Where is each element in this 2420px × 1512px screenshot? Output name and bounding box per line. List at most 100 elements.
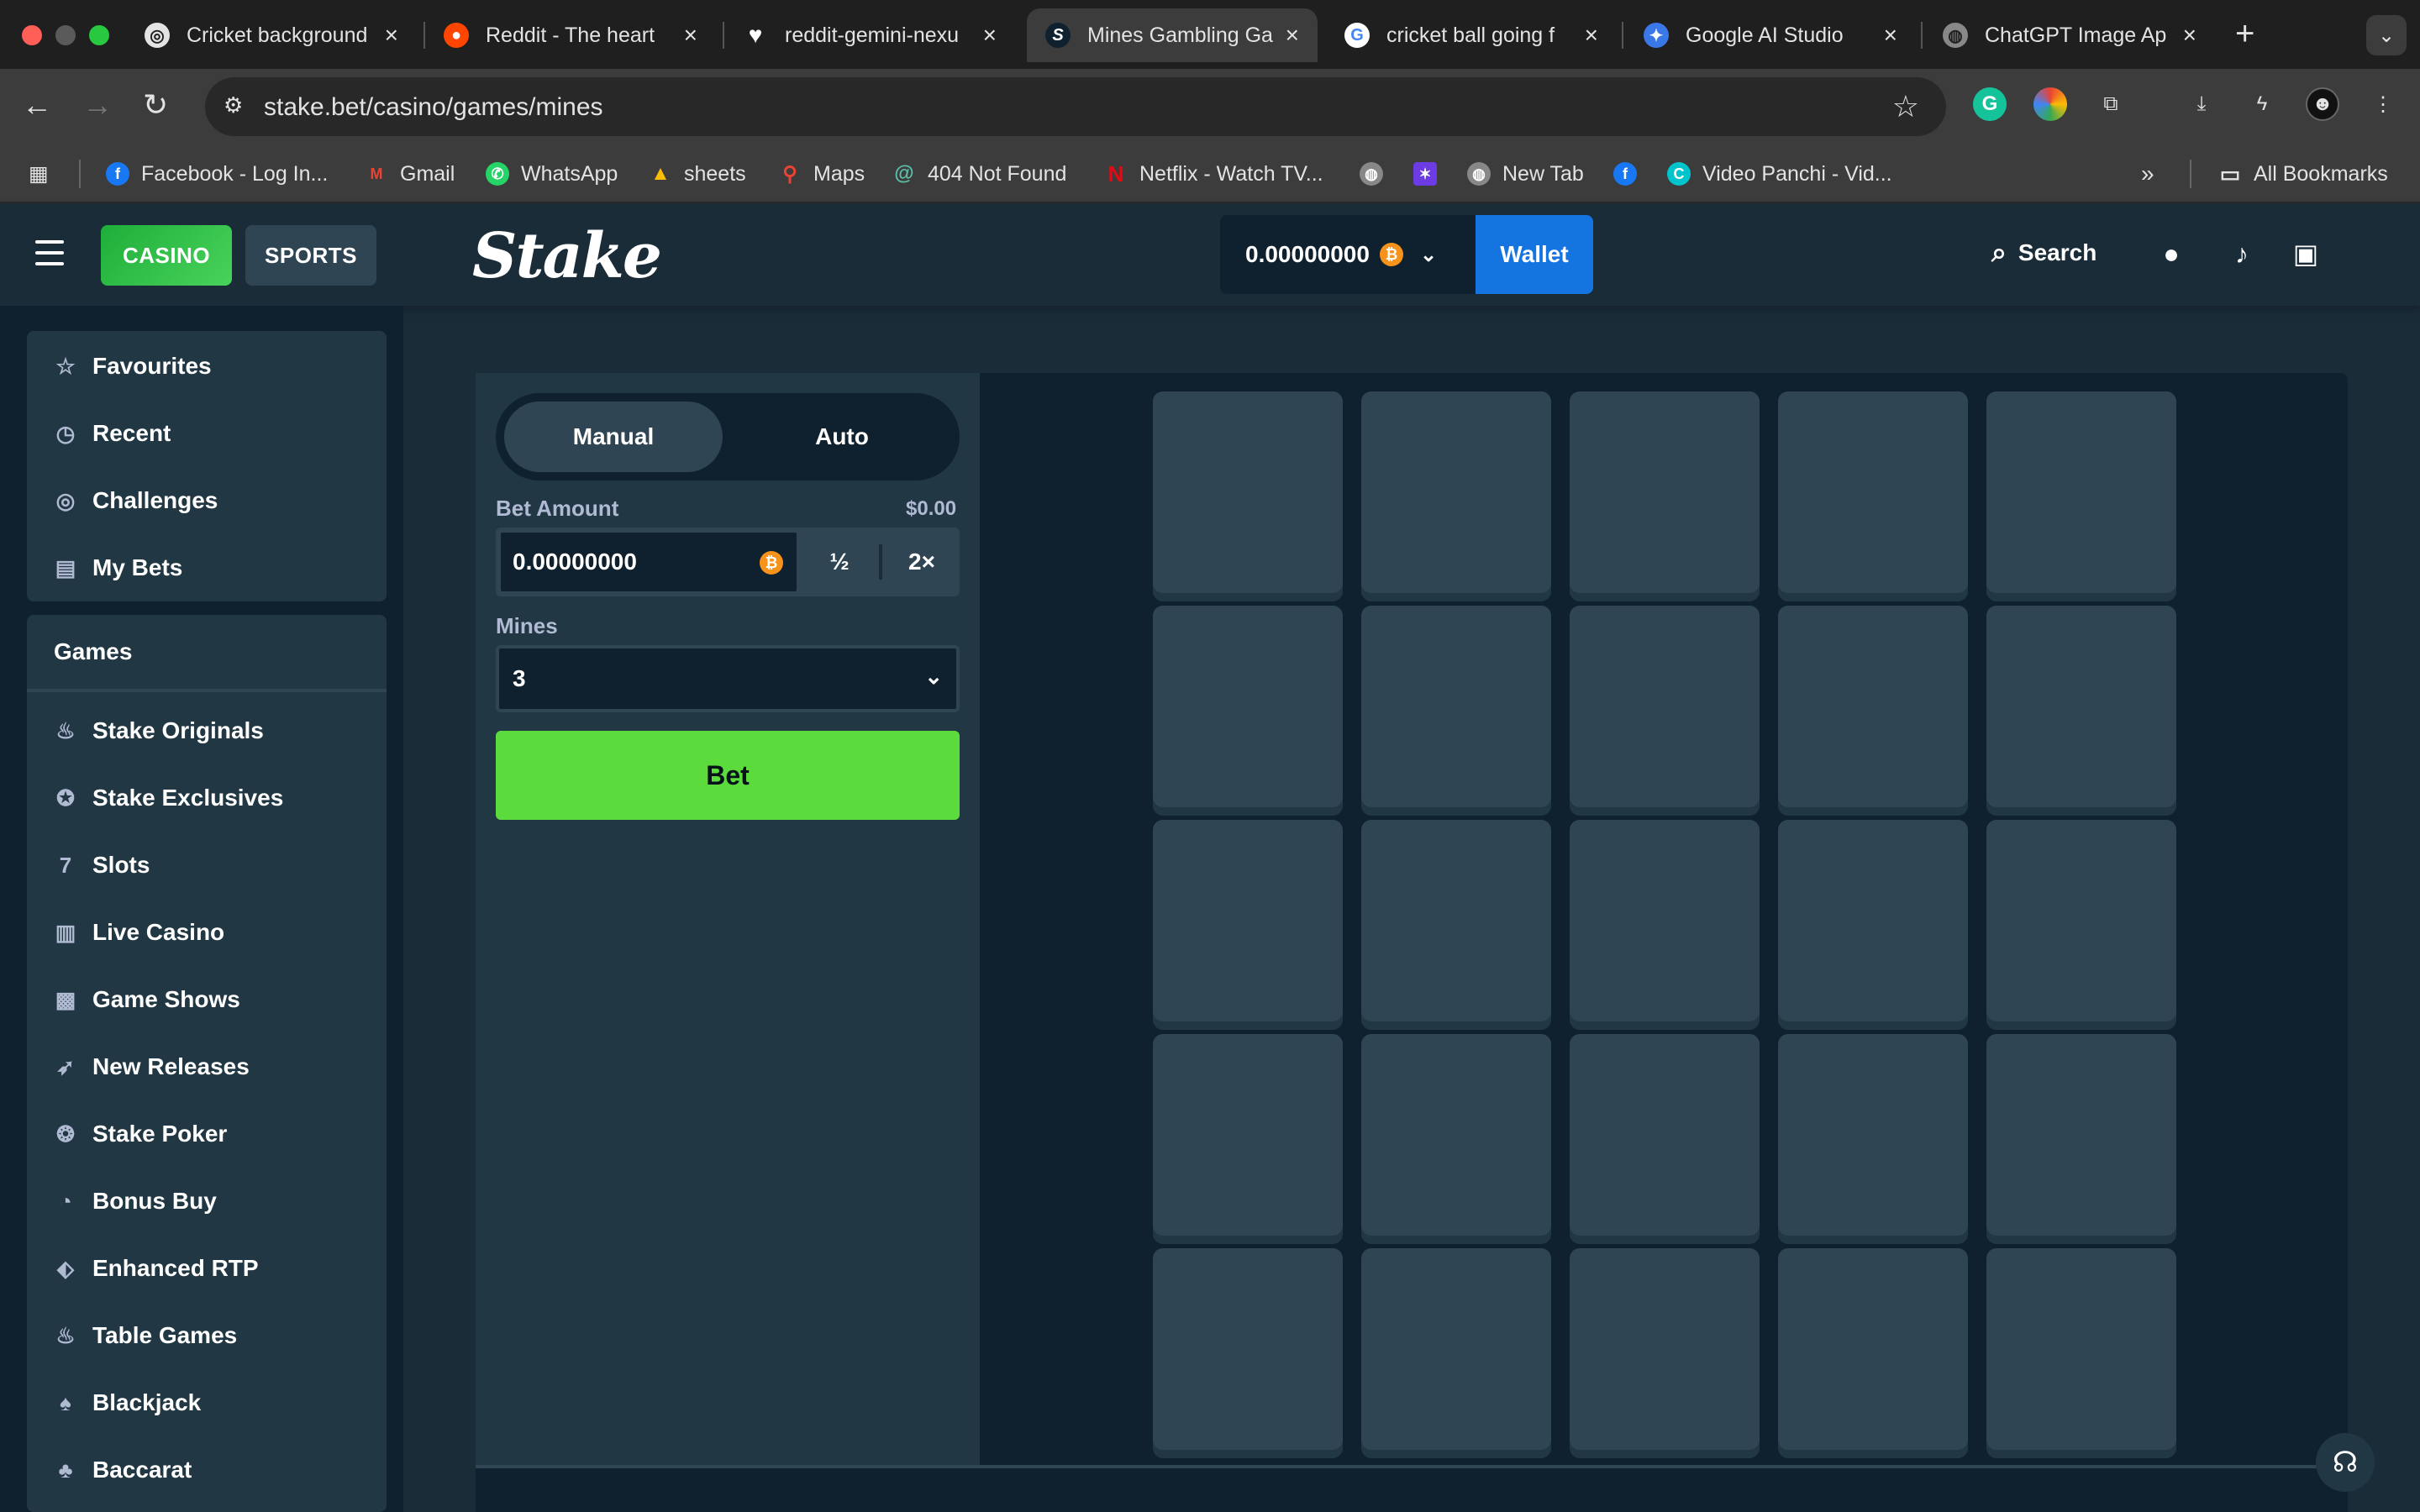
bookmark-shortcut[interactable]: ✶ (1413, 160, 1437, 188)
bet-amount-input[interactable] (499, 531, 798, 593)
casino-button[interactable]: CASINO (101, 225, 232, 286)
apps-grid-icon[interactable]: ▦ (29, 160, 49, 188)
mine-tile[interactable] (1570, 1034, 1760, 1236)
bookmark-item[interactable]: M Gmail (365, 160, 455, 188)
mine-tile[interactable] (1778, 820, 1968, 1021)
half-bet-button[interactable]: ½ (800, 531, 879, 593)
mine-tile[interactable] (1361, 820, 1551, 1021)
search-button[interactable]: ⌕ Search (1991, 237, 2096, 269)
close-window-button[interactable] (22, 25, 42, 45)
tab-auto[interactable]: Auto (733, 402, 951, 472)
mine-tile[interactable] (1986, 391, 2176, 593)
balance-selector[interactable]: 0.00000000 ₿ ⌄ (1220, 215, 1477, 294)
tab-close-icon[interactable]: × (1286, 22, 1299, 49)
tab-close-icon[interactable]: × (1884, 22, 1897, 49)
browser-tab[interactable]: ◎ Cricket background × (126, 8, 417, 62)
sidebar-games-heading[interactable]: Games (27, 615, 387, 692)
sidebar-item-bonus-buy[interactable]: ◔ Bonus Buy (27, 1168, 387, 1235)
sidebar-item-stake-poker[interactable]: ❂ Stake Poker (27, 1100, 387, 1168)
color-picker-extension-icon[interactable] (2033, 87, 2067, 121)
bookmark-item[interactable]: ✆ WhatsApp (486, 160, 618, 188)
browser-tab[interactable]: ♥ reddit-gemini-nexu × (724, 8, 1015, 62)
mine-tile[interactable] (1361, 1034, 1551, 1236)
mine-tile[interactable] (1986, 820, 2176, 1021)
mine-tile[interactable] (1153, 1248, 1343, 1450)
sidebar-item-new-releases[interactable]: ➶ New Releases (27, 1033, 387, 1100)
sidebar-item-enhanced-rtp[interactable]: ⬖ Enhanced RTP (27, 1235, 387, 1302)
forward-button[interactable]: → (82, 87, 113, 123)
stake-logo[interactable]: Stake (472, 220, 662, 292)
bookmark-item[interactable]: C Video Panchi - Vid... (1667, 160, 1892, 188)
mine-tile[interactable] (1778, 606, 1968, 807)
mine-tile[interactable] (1778, 1034, 1968, 1236)
bookmark-globe-shortcut[interactable]: ◍ (1360, 160, 1383, 188)
mine-tile[interactable] (1778, 391, 1968, 593)
browser-tab[interactable]: G cricket ball going f × (1326, 8, 1617, 62)
mine-tile[interactable] (1778, 1248, 1968, 1450)
wallet-button[interactable]: Wallet (1476, 215, 1593, 294)
notification-bell-icon[interactable]: ♪ (2225, 237, 2259, 270)
url-text[interactable]: stake.bet/casino/games/mines (264, 93, 603, 122)
mine-tile[interactable] (1153, 820, 1343, 1021)
all-bookmarks-folder[interactable]: ▭ All Bookmarks (2218, 160, 2388, 188)
mine-tile[interactable] (1361, 1248, 1551, 1450)
mine-tile[interactable] (1361, 391, 1551, 593)
bookmark-item[interactable]: ◍ New Tab (1467, 160, 1584, 188)
chat-icon[interactable]: ▣ (2289, 237, 2323, 270)
sidebar-item-stake-exclusives[interactable]: ✪ Stake Exclusives (27, 764, 387, 832)
bookmark-item[interactable]: ▲ sheets (649, 160, 746, 188)
tab-close-icon[interactable]: × (385, 22, 398, 49)
sidebar-item-recent[interactable]: ◷ Recent (27, 400, 387, 467)
mine-tile[interactable] (1361, 606, 1551, 807)
mine-tile[interactable] (1986, 1248, 2176, 1450)
grammarly-icon[interactable]: G (1973, 87, 2007, 121)
sidebar-item-game-shows[interactable]: ▩ Game Shows (27, 966, 387, 1033)
mine-tile[interactable] (1986, 606, 2176, 807)
mine-tile[interactable] (1153, 606, 1343, 807)
new-tab-button[interactable]: + (2235, 15, 2254, 53)
bookmark-item[interactable]: f Facebook - Log In... (106, 160, 328, 188)
minimize-window-button[interactable] (55, 25, 76, 45)
sidebar-item-stake-originals[interactable]: ♨ Stake Originals (27, 697, 387, 764)
tab-close-icon[interactable]: × (1585, 22, 1598, 49)
extensions-puzzle-icon[interactable]: ⧉ (2094, 87, 2128, 121)
tab-close-icon[interactable]: × (2183, 22, 2196, 49)
browser-tab[interactable]: ✦ Google AI Studio × (1625, 8, 1916, 62)
browser-tab-active[interactable]: S Mines Gambling Ga × (1027, 8, 1318, 62)
back-button[interactable]: ← (22, 87, 52, 123)
tab-search-menu-button[interactable]: ⌄ (2366, 15, 2407, 55)
reload-button[interactable]: ↻ (143, 87, 168, 123)
mine-tile[interactable] (1986, 1034, 2176, 1236)
sidebar-item-favourites[interactable]: ☆ Favourites (27, 333, 387, 400)
bookmark-item[interactable]: @ 404 Not Found (892, 160, 1066, 188)
menu-hamburger-icon[interactable] (35, 240, 64, 265)
mine-tile[interactable] (1153, 391, 1343, 593)
support-headset-icon[interactable]: ☊ (2316, 1433, 2375, 1492)
mine-tile[interactable] (1570, 1248, 1760, 1450)
bet-button[interactable]: Bet (496, 731, 960, 820)
mine-tile[interactable] (1153, 1034, 1343, 1236)
sidebar-item-blackjack[interactable]: ♠ Blackjack (27, 1369, 387, 1436)
double-bet-button[interactable]: 2× (882, 531, 961, 593)
profile-avatar[interactable]: ☻ (2306, 87, 2339, 121)
mine-tile[interactable] (1570, 606, 1760, 807)
tab-close-icon[interactable]: × (983, 22, 997, 49)
maximize-window-button[interactable] (89, 25, 109, 45)
sports-button[interactable]: SPORTS (245, 225, 376, 286)
more-bookmarks-chevron-icon[interactable]: » (2141, 160, 2154, 188)
browser-tab[interactable]: ◍ ChatGPT Image Ap × (1924, 8, 2215, 62)
mine-tile[interactable] (1570, 391, 1760, 593)
sidebar-item-live-casino[interactable]: ▥ Live Casino (27, 899, 387, 966)
performance-icon[interactable]: ϟ (2245, 87, 2279, 121)
sidebar-item-slots[interactable]: 7 Slots (27, 832, 387, 899)
user-icon[interactable]: ● (2154, 237, 2188, 270)
browser-menu-icon[interactable]: ⋮ (2366, 87, 2400, 121)
bookmark-item[interactable]: N Netflix - Watch TV... (1104, 160, 1323, 188)
download-icon[interactable]: ⤓ (2185, 87, 2218, 121)
sidebar-item-table-games[interactable]: ♨ Table Games (27, 1302, 387, 1369)
tab-manual[interactable]: Manual (504, 402, 723, 472)
mines-count-select[interactable]: 3 ⌄ (496, 645, 960, 712)
bookmark-item[interactable]: ⚲ Maps (778, 160, 865, 188)
address-bar[interactable]: ⚙ stake.bet/casino/games/mines ☆ (205, 77, 1946, 136)
bookmark-star-icon[interactable]: ☆ (1892, 89, 1919, 124)
